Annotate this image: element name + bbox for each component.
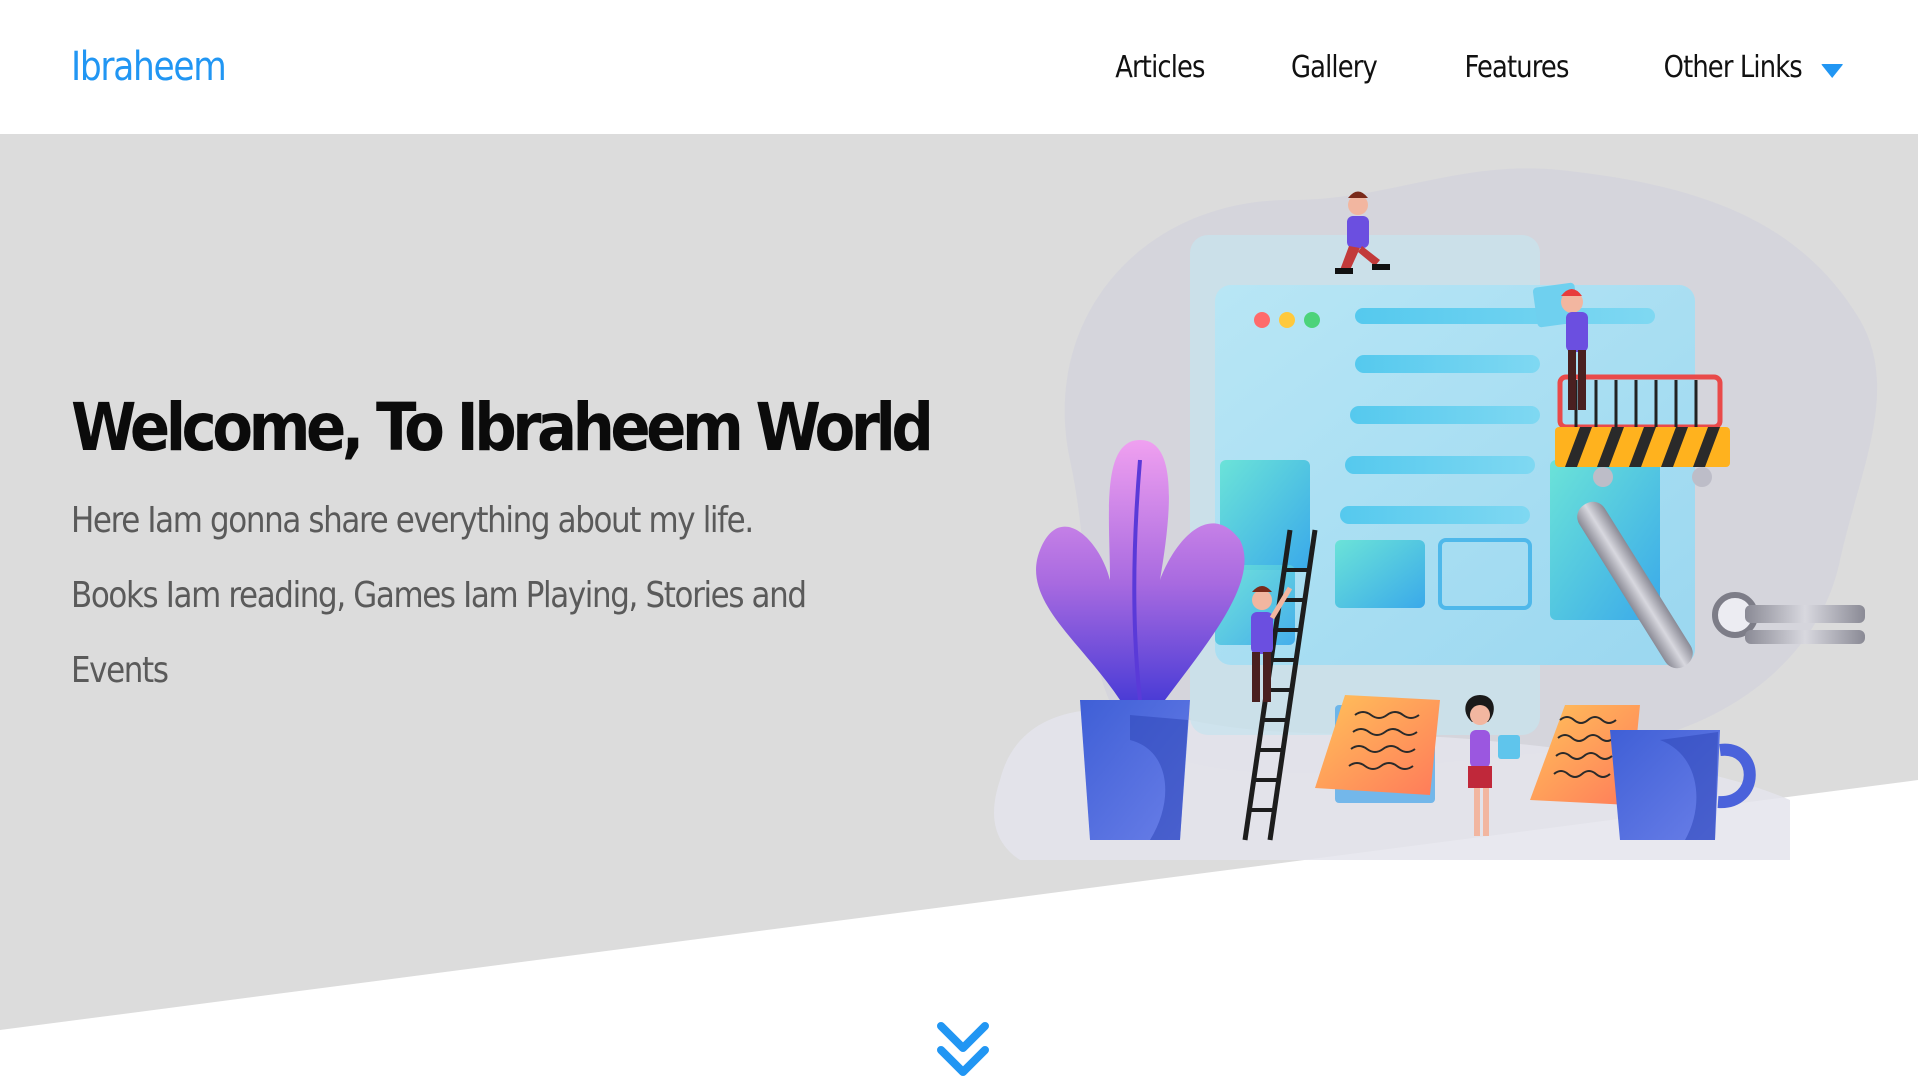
hero-illustration [994,168,1878,860]
landing-page: Ibraheem Articles Gallery Features Other… [0,0,1918,1080]
nav-link-other-links[interactable]: Other Links [1664,50,1844,85]
hero-section: Welcome, To Ibraheem World Here Iam gonn… [71,385,934,708]
caret-down-icon [1821,64,1844,78]
nav-link-articles[interactable]: Articles [1116,50,1206,85]
nav-link-gallery[interactable]: Gallery [1291,50,1378,85]
hero-description: Here Iam gonna share everything about my… [71,500,807,691]
nav-link-features[interactable]: Features [1465,50,1570,85]
site-logo[interactable]: Ibraheem [71,44,227,90]
site-header: Ibraheem Articles Gallery Features Other… [0,0,1918,134]
double-chevron-down-icon[interactable] [935,1020,991,1080]
nav-link-other-links-label: Other Links [1663,49,1803,85]
main-nav: Articles Gallery Features Other Links [1108,50,1858,85]
hero-title: Welcome, To Ibraheem World [71,389,934,466]
